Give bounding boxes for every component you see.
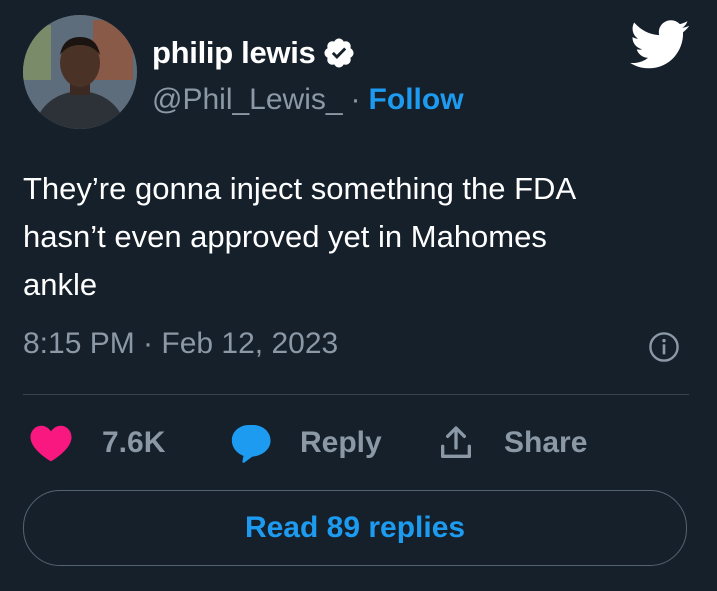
reply-button[interactable]: Reply — [228, 417, 382, 469]
tweet-text-line: ankle — [23, 267, 98, 302]
tweet-timestamp[interactable]: 8:15 PM · Feb 12, 2023 — [23, 327, 338, 361]
divider — [23, 394, 689, 395]
display-name[interactable]: philip lewis — [152, 35, 316, 71]
tweet-text-line: hasn’t even approved yet in Mahomes — [23, 219, 547, 254]
share-label: Share — [504, 426, 588, 459]
like-count: 7.6K — [102, 426, 166, 459]
info-icon[interactable] — [648, 331, 680, 363]
action-bar: 7.6K Reply Share — [23, 417, 689, 469]
read-replies-button[interactable]: Read 89 replies — [23, 490, 687, 566]
tweet-text-line: They’re gonna inject something the FDA — [23, 171, 577, 206]
author-handle[interactable]: @Phil_Lewis_ — [152, 83, 343, 117]
author-handle-row: @Phil_Lewis_ · Follow — [152, 80, 464, 120]
avatar[interactable] — [23, 15, 137, 129]
follow-link[interactable]: Follow — [369, 83, 464, 117]
share-button[interactable]: Share — [436, 417, 587, 469]
speech-bubble-icon — [231, 424, 271, 463]
author-name-row: philip lewis — [152, 33, 356, 73]
tweet-card: philip lewis @Phil_Lewis_ · Follow They’… — [0, 0, 717, 591]
tweet-text: They’re gonna inject something the FDA h… — [23, 165, 683, 309]
separator-dot: · — [350, 83, 361, 116]
like-button[interactable]: 7.6K — [30, 417, 165, 469]
heart-icon — [30, 425, 72, 462]
share-icon — [441, 426, 471, 458]
reply-label: Reply — [300, 426, 382, 459]
twitter-bird-icon[interactable] — [630, 20, 690, 70]
avatar-image — [23, 15, 137, 129]
verified-badge-icon — [324, 38, 355, 68]
